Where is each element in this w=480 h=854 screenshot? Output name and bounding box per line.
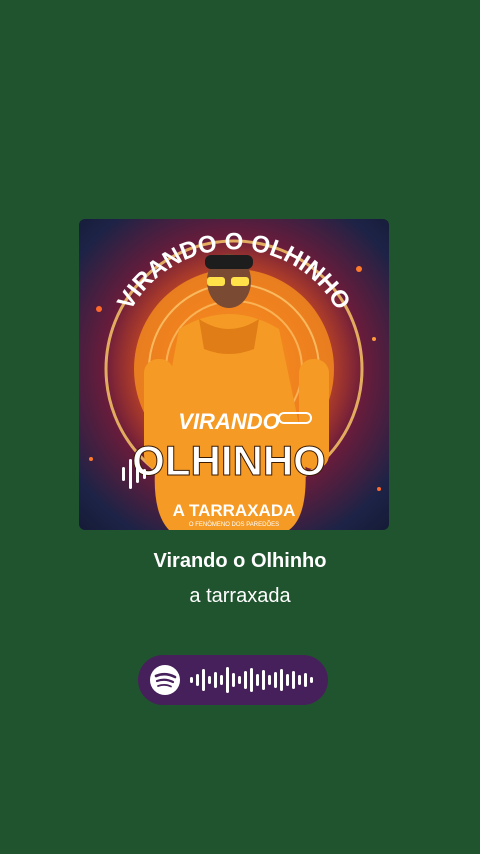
- cover-brand-sub: O FENÔMENO DOS PAREDÕES: [189, 521, 279, 528]
- spotify-code[interactable]: [138, 655, 328, 705]
- cover-brand: A TARRAXADA: [173, 501, 296, 520]
- spotify-icon: [150, 665, 180, 695]
- album-cover[interactable]: VIRANDO O OLHINHO VIRANDO OLHINHO A TARR…: [79, 219, 389, 530]
- track-artist: a tarraxada: [189, 585, 291, 607]
- spotify-code-bars: [190, 667, 313, 693]
- album-art: VIRANDO O OLHINHO VIRANDO OLHINHO A TARR…: [89, 229, 381, 530]
- cover-title-line1: VIRANDO: [178, 409, 279, 434]
- track-title: Virando o Olhinho: [153, 550, 327, 572]
- cover-title-line2: OLHINHO: [132, 437, 326, 484]
